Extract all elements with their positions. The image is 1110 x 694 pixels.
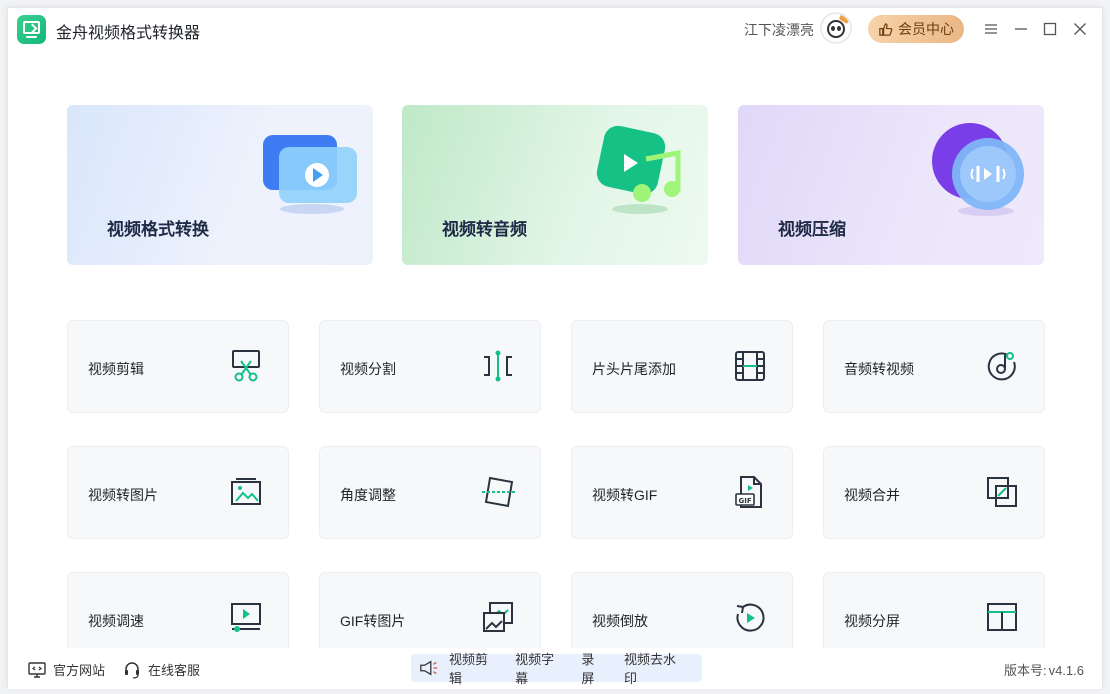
- rotate-frame-icon: [480, 474, 516, 510]
- tool-intro-outro[interactable]: 片头片尾添加: [571, 320, 793, 413]
- video-compress-icon: [932, 123, 1024, 216]
- menu-icon: [985, 24, 997, 34]
- tool-label: GIF转图片: [340, 613, 406, 629]
- minimize-icon: [1015, 28, 1027, 30]
- tool-label: 视频剪辑: [88, 361, 144, 377]
- tool-gif-to-image[interactable]: GIF转图片: [319, 572, 541, 648]
- tool-video-edit[interactable]: 视频剪辑: [67, 320, 289, 413]
- avatar[interactable]: [820, 12, 852, 44]
- feature-card-video-compress[interactable]: 视频压缩: [738, 105, 1044, 265]
- vip-center-button[interactable]: 会员中心: [868, 15, 964, 43]
- tool-video-to-image[interactable]: 视频转图片: [67, 446, 289, 539]
- maximize-button[interactable]: [1039, 18, 1061, 40]
- speed-icon: [228, 600, 264, 636]
- tool-label: 视频倒放: [592, 613, 648, 629]
- title-bar: 金舟视频格式转换器 江下凌漂亮 会员中心: [8, 8, 1102, 52]
- film-strip-icon: [732, 348, 768, 384]
- bottom-bar: 官方网站 在线客服 视频剪辑 视频字幕 录屏 视频去水印 版本号: v4.1.6: [8, 648, 1102, 689]
- feature-card-format-convert[interactable]: 视频格式转换: [67, 105, 373, 265]
- gif-file-icon: GIF: [732, 474, 768, 510]
- tool-label: 视频转图片: [88, 487, 158, 503]
- tool-label: 片头片尾添加: [592, 361, 676, 377]
- official-website-label: 官方网站: [53, 663, 106, 678]
- merge-icon: [984, 474, 1020, 510]
- feature-label: 视频转音频: [442, 220, 527, 239]
- promo-bar: 视频剪辑 视频字幕 录屏 视频去水印: [411, 652, 702, 686]
- split-screen-icon: [984, 600, 1020, 636]
- headset-icon: [125, 661, 139, 679]
- minimize-button[interactable]: [1010, 18, 1032, 40]
- version-info: 版本号: v4.1.6: [1002, 660, 1084, 679]
- reverse-play-icon: [732, 600, 768, 636]
- tool-label: 角度调整: [340, 487, 396, 503]
- close-icon: [1074, 23, 1086, 35]
- feature-label: 视频压缩: [778, 220, 846, 239]
- feature-label: 视频格式转换: [107, 220, 209, 239]
- promo-link[interactable]: 视频字幕: [515, 649, 562, 687]
- megaphone-icon: [420, 660, 438, 676]
- username[interactable]: 江下凌漂亮: [744, 20, 814, 40]
- gif-to-image-icon: [480, 600, 516, 636]
- app-window: 金舟视频格式转换器 江下凌漂亮 会员中心 视频格式转换 视频转音频 视频压缩 视…: [7, 7, 1103, 689]
- app-logo-icon: [17, 15, 46, 44]
- tool-label: 视频转GIF: [592, 487, 658, 503]
- tool-label: 音频转视频: [844, 361, 914, 377]
- vip-center-label: 会员中心: [898, 21, 954, 37]
- promo-link[interactable]: 视频剪辑: [449, 649, 496, 687]
- tool-video-split[interactable]: 视频分割: [319, 320, 541, 413]
- music-disc-icon: [984, 348, 1020, 384]
- tool-video-speed[interactable]: 视频调速: [67, 572, 289, 648]
- online-support-link[interactable]: 在线客服: [123, 660, 200, 679]
- tool-label: 视频调速: [88, 613, 144, 629]
- tool-split-screen[interactable]: 视频分屏: [823, 572, 1045, 648]
- scissors-screen-icon: [228, 348, 264, 384]
- monitor-icon: [28, 661, 46, 678]
- version-number: v4.1.6: [1048, 663, 1084, 678]
- app-title: 金舟视频格式转换器: [56, 25, 201, 42]
- promo-link[interactable]: 视频去水印: [624, 649, 683, 687]
- feature-card-video-to-audio[interactable]: 视频转音频: [402, 105, 708, 265]
- official-website-link[interactable]: 官方网站: [28, 660, 105, 679]
- tool-label: 视频分屏: [844, 613, 900, 629]
- video-to-audio-icon: [596, 125, 681, 214]
- version-label: 版本号:: [1003, 663, 1047, 678]
- svg-text:GIF: GIF: [739, 497, 752, 505]
- tool-label: 视频分割: [340, 361, 396, 377]
- tool-label: 视频合并: [844, 487, 900, 503]
- image-icon: [228, 474, 264, 510]
- tool-audio-to-video[interactable]: 音频转视频: [823, 320, 1045, 413]
- maximize-icon: [1043, 22, 1057, 36]
- promo-link[interactable]: 录屏: [581, 649, 605, 687]
- tool-video-reverse[interactable]: 视频倒放: [571, 572, 793, 648]
- split-icon: [480, 348, 516, 384]
- tool-video-to-gif[interactable]: 视频转GIF GIF: [571, 446, 793, 539]
- video-convert-icon: [263, 135, 357, 214]
- close-button[interactable]: [1069, 18, 1091, 40]
- menu-button[interactable]: [980, 18, 1002, 40]
- tool-angle-adjust[interactable]: 角度调整: [319, 446, 541, 539]
- online-support-label: 在线客服: [148, 663, 201, 678]
- crown-hand-icon: [879, 22, 893, 36]
- tool-video-merge[interactable]: 视频合并: [823, 446, 1045, 539]
